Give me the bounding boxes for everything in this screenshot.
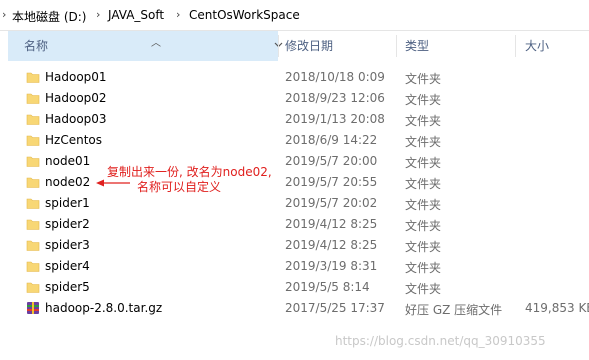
- file-name[interactable]: Hadoop02: [45, 91, 107, 105]
- file-type: 文件夹: [405, 198, 442, 212]
- folder-icon: [26, 198, 40, 209]
- file-name[interactable]: node01: [45, 154, 90, 168]
- list-item[interactable]: spider1 2019/5/7 20:02 文件夹: [0, 193, 589, 214]
- file-name[interactable]: spider5: [45, 280, 90, 294]
- file-modified-date: 2019/4/12 8:25: [285, 217, 378, 231]
- file-modified-date: 2019/5/7 20:02: [285, 196, 378, 210]
- folder-icon: [26, 93, 40, 104]
- column-divider[interactable]: [278, 35, 279, 57]
- file-type: 文件夹: [405, 114, 442, 128]
- file-size: 419,853 KB: [525, 301, 589, 315]
- folder-icon: [26, 219, 40, 230]
- file-type: 文件夹: [405, 282, 442, 296]
- annotation-line-2: 名称可以自定义: [137, 180, 222, 194]
- file-modified-date: 2018/6/9 14:22: [285, 133, 378, 147]
- file-modified-date: 2019/5/5 8:14: [285, 280, 370, 294]
- file-name[interactable]: Hadoop03: [45, 112, 107, 126]
- chevron-right-icon[interactable]: ›: [96, 8, 100, 21]
- list-item[interactable]: spider5 2019/5/5 8:14 文件夹: [0, 277, 589, 298]
- folder-icon: [26, 135, 40, 146]
- list-item[interactable]: node01 2019/5/7 20:00 文件夹: [0, 151, 589, 172]
- annotation-arrow-icon: [96, 179, 130, 187]
- file-name[interactable]: spider3: [45, 238, 90, 252]
- column-header-date[interactable]: 修改日期: [285, 31, 333, 61]
- file-modified-date: 2019/3/19 8:31: [285, 259, 378, 273]
- folder-icon: [26, 282, 40, 293]
- column-header-name[interactable]: 名称 ︿: [8, 31, 283, 61]
- folder-icon: [26, 177, 40, 188]
- list-item[interactable]: hadoop-2.8.0.tar.gz 2017/5/25 17:37 好压 GZ …: [0, 298, 589, 319]
- file-type: 文件夹: [405, 72, 442, 86]
- list-item[interactable]: Hadoop03 2019/1/13 20:08 文件夹: [0, 109, 589, 130]
- breadcrumb-item-current[interactable]: CentOsWorkSpace: [189, 8, 300, 22]
- file-modified-date: 2019/4/12 8:25: [285, 238, 378, 252]
- file-type: 文件夹: [405, 93, 442, 107]
- file-type: 文件夹: [405, 156, 442, 170]
- file-modified-date: 2018/10/18 0:09: [285, 70, 385, 84]
- column-divider[interactable]: [515, 35, 516, 57]
- column-header-size[interactable]: 大小: [525, 31, 549, 61]
- file-modified-date: 2019/1/13 20:08: [285, 112, 385, 126]
- column-header-type[interactable]: 类型: [405, 31, 429, 61]
- file-name[interactable]: hadoop-2.8.0.tar.gz: [45, 301, 162, 315]
- file-name[interactable]: HzCentos: [45, 133, 102, 147]
- file-modified-date: 2017/5/25 17:37: [285, 301, 385, 315]
- chevron-right-icon[interactable]: ›: [176, 8, 180, 21]
- file-name[interactable]: spider2: [45, 217, 90, 231]
- chevron-right-icon[interactable]: ›: [2, 8, 6, 21]
- column-header-row: 名称 ︿ 修改日期 类型 大小: [0, 31, 589, 61]
- file-type: 好压 GZ 压缩文件: [405, 303, 503, 317]
- breadcrumb-item-drive[interactable]: 本地磁盘 (D:): [12, 8, 86, 25]
- file-name[interactable]: Hadoop01: [45, 70, 107, 84]
- list-item[interactable]: spider4 2019/3/19 8:31 文件夹: [0, 256, 589, 277]
- list-item[interactable]: node02 2019/5/7 20:55 文件夹: [0, 172, 589, 193]
- column-header-name-label: 名称: [24, 39, 49, 53]
- file-type: 文件夹: [405, 261, 442, 275]
- watermark: https://blog.csdn.net/qq_30910355: [335, 334, 546, 348]
- folder-icon: [26, 72, 40, 83]
- file-name[interactable]: spider4: [45, 259, 90, 273]
- folder-icon: [26, 261, 40, 272]
- file-modified-date: 2019/5/7 20:55: [285, 175, 378, 189]
- list-item[interactable]: Hadoop01 2018/10/18 0:09 文件夹: [0, 67, 589, 88]
- folder-icon: [26, 114, 40, 125]
- column-divider[interactable]: [396, 35, 397, 57]
- list-item[interactable]: spider2 2019/4/12 8:25 文件夹: [0, 214, 589, 235]
- list-item[interactable]: HzCentos 2018/6/9 14:22 文件夹: [0, 130, 589, 151]
- file-modified-date: 2018/9/23 12:06: [285, 91, 385, 105]
- breadcrumb-item-folder[interactable]: JAVA_Soft: [108, 8, 164, 22]
- file-type: 文件夹: [405, 135, 442, 149]
- folder-icon: [26, 240, 40, 251]
- sort-ascending-icon: ︿: [151, 38, 161, 49]
- folder-icon: [26, 156, 40, 167]
- archive-icon: [27, 302, 39, 314]
- file-type: 文件夹: [405, 219, 442, 233]
- file-name[interactable]: spider1: [45, 196, 90, 210]
- file-type: 文件夹: [405, 177, 442, 191]
- list-item[interactable]: spider3 2019/4/12 8:25 文件夹: [0, 235, 589, 256]
- file-name[interactable]: node02: [45, 175, 90, 189]
- list-item[interactable]: Hadoop02 2018/9/23 12:06 文件夹: [0, 88, 589, 109]
- breadcrumb: › 本地磁盘 (D:) › JAVA_Soft › CentOsWorkSpac…: [0, 0, 589, 31]
- file-type: 文件夹: [405, 240, 442, 254]
- file-modified-date: 2019/5/7 20:00: [285, 154, 378, 168]
